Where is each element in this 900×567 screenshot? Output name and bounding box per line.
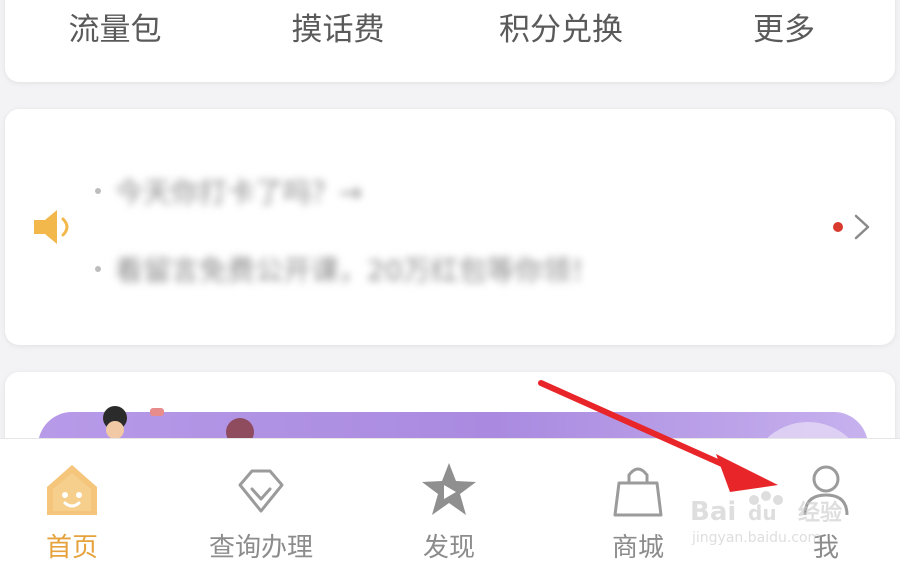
bullet-dot <box>95 188 101 194</box>
tab-label: 发现 <box>422 533 475 563</box>
star-play-icon <box>422 463 476 515</box>
tab-label: 首页 <box>45 533 98 563</box>
notice-item[interactable]: 看留言免费公开课，20万红包等你领！ <box>95 249 599 289</box>
tab-label: 我 <box>812 533 839 563</box>
quick-action-data-pack[interactable]: 流量包 <box>69 4 162 49</box>
home-icon <box>47 465 97 515</box>
tab-mall[interactable]: 商城 <box>558 439 718 567</box>
quick-action-points-exchange[interactable]: 积分兑换 <box>499 4 623 49</box>
diamond-icon <box>238 469 284 513</box>
bottom-tab-bar: 首页 查询办理 发现 商城 我 <box>0 438 900 567</box>
tab-home[interactable]: 首页 <box>0 439 152 567</box>
shopping-bag-icon <box>613 467 663 517</box>
unread-dot <box>833 222 843 232</box>
user-icon <box>803 465 849 516</box>
tab-query-handle[interactable]: 查询办理 <box>181 439 341 567</box>
quick-action-bill[interactable]: 摸话费 <box>292 4 385 49</box>
notice-text: 今天你打卡了吗？→ <box>115 176 363 209</box>
notice-text: 看留言免费公开课，20万红包等你领！ <box>115 254 599 287</box>
speaker-icon <box>34 210 69 244</box>
chevron-right-icon[interactable] <box>851 212 873 242</box>
quick-action-more[interactable]: 更多 <box>753 4 815 49</box>
bullet-dot <box>95 266 101 272</box>
tab-me[interactable]: 我 <box>746 439 900 567</box>
tab-label: 商城 <box>611 533 664 563</box>
tab-label: 查询办理 <box>208 533 313 563</box>
notice-card[interactable]: 今天你打卡了吗？→ 看留言免费公开课，20万红包等你领！ <box>5 109 895 345</box>
quick-actions-card: 流量包 摸话费 积分兑换 更多 <box>5 0 895 82</box>
notice-item[interactable]: 今天你打卡了吗？→ <box>95 171 362 211</box>
tab-discover[interactable]: 发现 <box>369 439 529 567</box>
